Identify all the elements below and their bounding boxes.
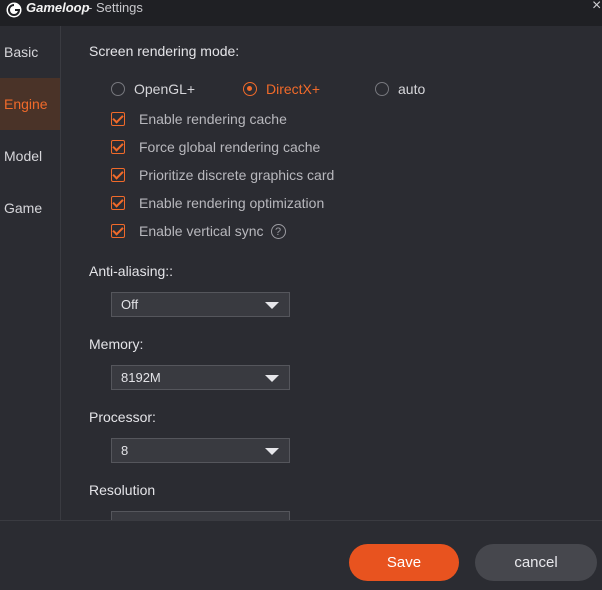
settings-sidebar: Basic Engine Model Game: [0, 26, 61, 520]
sidebar-item-label: Game: [4, 200, 43, 216]
chevron-down-icon: [265, 448, 279, 455]
radio-indicator: [111, 82, 125, 96]
checkbox-checked-icon: [111, 196, 125, 210]
chevron-down-icon: [265, 375, 279, 382]
checkbox-global-rendering-cache[interactable]: Force global rendering cache: [111, 139, 320, 155]
radio-indicator: [243, 82, 257, 96]
processor-label: Processor:: [89, 409, 156, 425]
checkbox-checked-icon: [111, 140, 125, 154]
sidebar-item-model[interactable]: Model: [0, 130, 60, 182]
checkbox-vertical-sync[interactable]: Enable vertical sync ?: [111, 223, 286, 239]
anti-aliasing-label: Anti-aliasing::: [89, 263, 174, 279]
checkbox-label: Prioritize discrete graphics card: [139, 167, 335, 183]
radio-indicator: [375, 82, 389, 96]
radio-label: auto: [398, 81, 426, 97]
radio-label: OpenGL+: [134, 81, 196, 97]
engine-settings-panel: Screen rendering mode: OpenGL+ DirectX+ …: [61, 26, 602, 520]
sidebar-item-label: Model: [4, 148, 43, 164]
checkbox-discrete-graphics[interactable]: Prioritize discrete graphics card: [111, 167, 334, 183]
checkbox-label: Enable rendering optimization: [139, 195, 325, 211]
checkbox-rendering-cache[interactable]: Enable rendering cache: [111, 111, 287, 127]
sidebar-item-basic[interactable]: Basic: [0, 26, 60, 78]
app-name: Gameloop: [26, 0, 90, 15]
footer-bar: Save cancel: [0, 520, 602, 590]
sidebar-item-game[interactable]: Game: [0, 182, 60, 234]
gameloop-logo-icon: [6, 2, 22, 18]
help-icon[interactable]: ?: [270, 223, 286, 239]
checkbox-label: Force global rendering cache: [139, 139, 321, 155]
memory-dropdown[interactable]: 8192M: [111, 365, 290, 390]
radio-opengl[interactable]: OpenGL+: [111, 81, 195, 97]
sidebar-item-label: Engine: [4, 96, 48, 112]
dropdown-value: Off: [121, 297, 139, 312]
radio-label: DirectX+: [266, 81, 321, 97]
checkbox-label: Enable rendering cache: [139, 111, 287, 127]
cancel-button[interactable]: cancel: [475, 544, 597, 581]
checkbox-checked-icon: [111, 112, 125, 126]
dropdown-value: 8192M: [121, 370, 161, 385]
radio-auto[interactable]: auto: [375, 81, 425, 97]
close-icon[interactable]: ×: [592, 0, 601, 15]
checkbox-label: Enable vertical sync: [139, 223, 264, 239]
memory-label: Memory:: [89, 336, 144, 352]
processor-dropdown[interactable]: 8: [111, 438, 290, 463]
anti-aliasing-dropdown[interactable]: Off: [111, 292, 290, 317]
dropdown-value: 8: [121, 443, 129, 458]
chevron-down-icon: [265, 302, 279, 309]
rendering-mode-label: Screen rendering mode:: [89, 43, 240, 59]
sidebar-item-label: Basic: [4, 44, 39, 60]
resolution-dropdown[interactable]: [111, 511, 290, 520]
title-bar: Gameloop - Settings ×: [0, 0, 602, 26]
window-title: - Settings: [88, 0, 143, 15]
radio-directx[interactable]: DirectX+: [243, 81, 320, 97]
sidebar-item-engine[interactable]: Engine: [0, 78, 60, 130]
resolution-label: Resolution: [89, 482, 156, 498]
checkbox-checked-icon: [111, 224, 125, 238]
checkbox-checked-icon: [111, 168, 125, 182]
checkbox-rendering-optimization[interactable]: Enable rendering optimization: [111, 195, 324, 211]
save-button[interactable]: Save: [349, 544, 459, 581]
